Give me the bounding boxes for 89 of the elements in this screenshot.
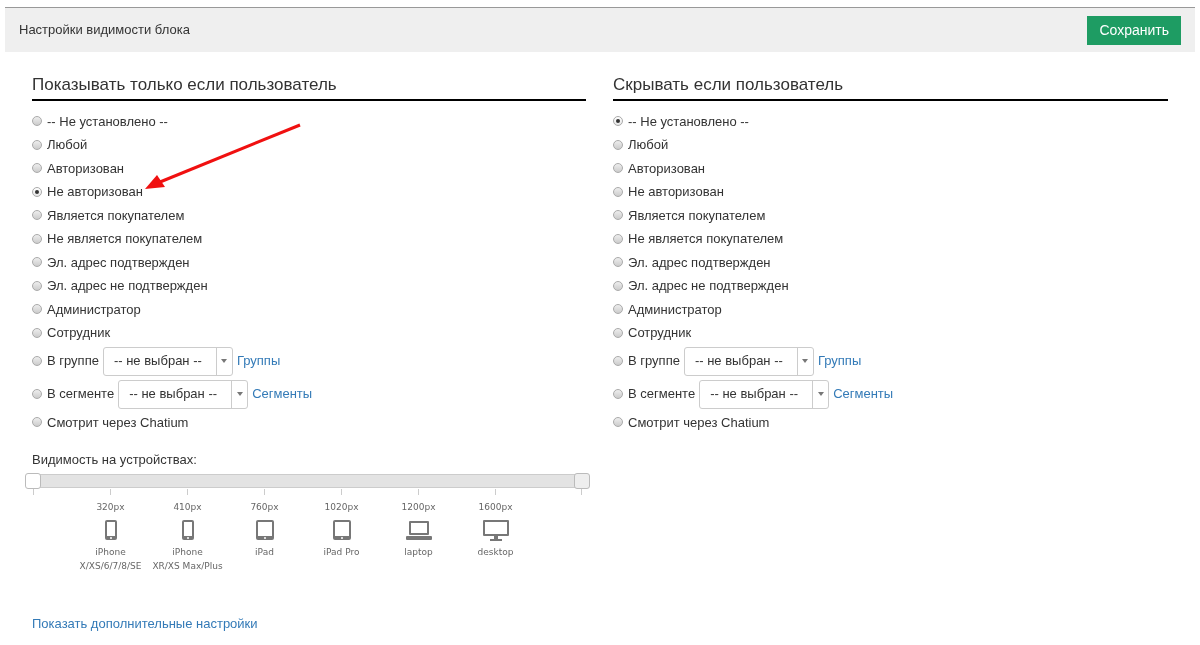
slider-thumb[interactable]: [25, 472, 41, 489]
radio-button[interactable]: [613, 139, 623, 150]
option-label: Не является покупателем: [628, 230, 784, 248]
radio-button[interactable]: [32, 116, 42, 127]
radio-button[interactable]: [32, 389, 42, 399]
slider-thumb[interactable]: [574, 472, 590, 489]
option-label: Эл. адрес не подтвержден: [628, 277, 789, 295]
option-label: Является покупателем: [47, 206, 185, 225]
radio-button[interactable]: [32, 280, 42, 291]
radio-button[interactable]: [613, 233, 623, 244]
option-label: Смотрит через Chatium: [628, 413, 770, 432]
breakpoint-width: 1600px: [478, 500, 513, 514]
option-label: Сотрудник: [47, 324, 111, 342]
tablet-icon: [332, 520, 351, 541]
radio-button[interactable]: [613, 210, 623, 221]
radio-button[interactable]: [613, 327, 623, 338]
dropdown[interactable]: -- не выбран --: [683, 346, 814, 376]
option-link[interactable]: Группы: [817, 351, 862, 371]
range-slider[interactable]: [25, 471, 590, 490]
radio-button[interactable]: [613, 417, 623, 428]
radio-button[interactable]: [32, 233, 42, 244]
option-label: -- Не установлено --: [47, 112, 168, 131]
option-label: Не является покупателем: [47, 230, 203, 248]
option-label: Не авторизован: [628, 183, 724, 201]
radio-button[interactable]: [613, 186, 623, 197]
radio-button[interactable]: [32, 163, 42, 174]
device-name: iPad Pro: [323, 546, 360, 559]
option-label: Смотрит через Chatium: [47, 413, 189, 432]
dropdown[interactable]: -- не выбран --: [102, 346, 233, 376]
radio-button[interactable]: [613, 163, 623, 174]
radio-button[interactable]: [32, 356, 42, 366]
radio-button[interactable]: [613, 116, 623, 127]
caret-icon: [236, 392, 243, 396]
radio-button[interactable]: [613, 389, 623, 399]
option-label: Эл. адрес подтвержден: [628, 253, 771, 272]
option-label: Является покупателем: [628, 206, 766, 225]
option-label: -- Не установлено --: [628, 112, 749, 131]
option-label: В группе: [47, 352, 99, 371]
device-name: iPad: [255, 546, 274, 559]
breakpoint-width: 760px: [250, 500, 279, 514]
radio-button[interactable]: [32, 139, 42, 150]
dropdown[interactable]: -- не выбран --: [118, 379, 249, 409]
radio-button[interactable]: [32, 257, 42, 268]
option-label: Эл. адрес подтвержден: [47, 253, 190, 272]
devices-label: Видимость на устройствах:: [31, 451, 198, 469]
laptop-icon: [405, 520, 432, 541]
section-heading: Показывать только если пользователь: [32, 72, 586, 101]
option-label: В сегменте: [47, 385, 115, 404]
radio-button[interactable]: [32, 210, 42, 221]
caret-icon: [802, 359, 809, 363]
breakpoint-width: 320px: [96, 500, 125, 514]
radio-button[interactable]: [32, 304, 42, 315]
option-link[interactable]: Сегменты: [833, 384, 894, 404]
more-settings-link[interactable]: Показать дополнительные настройки: [32, 614, 258, 634]
radio-button[interactable]: [613, 257, 623, 268]
caret-icon: [817, 392, 824, 396]
radio-button[interactable]: [613, 356, 623, 366]
device-name: iPhone XR/XS Max/Plus: [152, 546, 223, 573]
breakpoint-width: 410px: [173, 500, 202, 514]
desktop-icon: [482, 520, 509, 541]
option-link[interactable]: Группы: [236, 351, 281, 371]
option-label: В сегменте: [628, 385, 696, 404]
option-link[interactable]: Сегменты: [252, 384, 313, 404]
option-label: Администратор: [47, 300, 141, 319]
panel-title: Настройки видимости блока: [19, 21, 190, 40]
radio-button[interactable]: [32, 327, 42, 338]
breakpoint-width: 1200px: [401, 500, 436, 514]
option-label: Авторизован: [47, 159, 125, 178]
section-heading: Скрывать если пользователь: [613, 72, 1168, 101]
option-label: В группе: [628, 352, 680, 371]
breakpoint-width: 1020px: [324, 500, 359, 514]
option-label: Сотрудник: [628, 324, 692, 342]
option-label: Любой: [628, 136, 669, 154]
option-label: Администратор: [628, 300, 722, 319]
radio-button[interactable]: [32, 417, 42, 428]
option-label: Любой: [47, 136, 88, 154]
save-button[interactable]: Сохранить: [1087, 15, 1181, 45]
option-label: Не авторизован: [47, 183, 143, 201]
dropdown[interactable]: -- не выбран --: [699, 379, 830, 409]
radio-button[interactable]: [613, 280, 623, 291]
radio-button[interactable]: [613, 304, 623, 315]
option-label: Эл. адрес не подтвержден: [47, 277, 208, 295]
option-label: Авторизован: [628, 159, 706, 178]
device-name: laptop: [404, 546, 433, 559]
device-name: iPhone X/XS/6/7/8/SE: [79, 546, 142, 573]
device-name: desktop: [477, 546, 514, 559]
radio-button[interactable]: [32, 186, 42, 197]
tablet-icon: [255, 520, 274, 541]
caret-icon: [221, 359, 228, 363]
